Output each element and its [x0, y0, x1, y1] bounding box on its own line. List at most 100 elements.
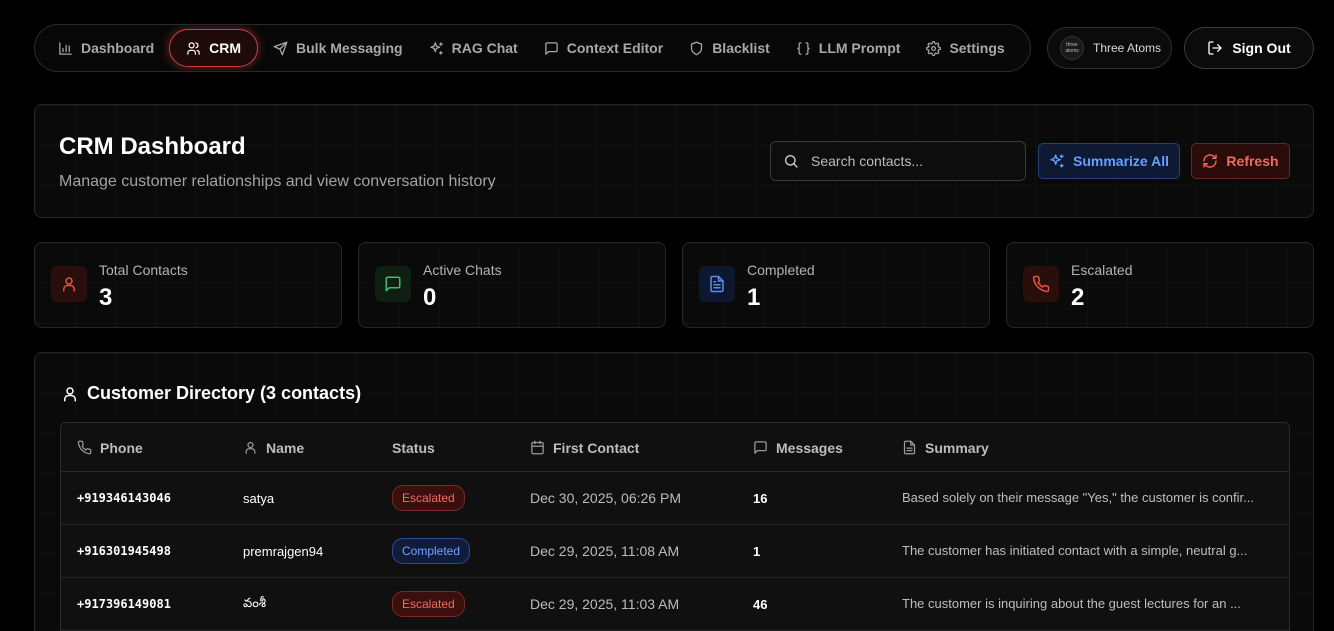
sign-out-label: Sign Out: [1232, 40, 1291, 56]
col-name[interactable]: Name: [243, 423, 304, 472]
stat-value: 1: [747, 284, 761, 311]
refresh-button[interactable]: Refresh: [1191, 143, 1290, 179]
sparkles-icon: [1050, 154, 1064, 168]
contacts-table: Phone Name Status First Contact Messages…: [60, 422, 1290, 631]
stat-card-active-chats: Active Chats 0: [358, 242, 666, 328]
search-icon: [785, 155, 798, 168]
user-icon: [245, 441, 256, 454]
col-messages[interactable]: Messages: [753, 423, 843, 472]
stat-icon-box: [375, 266, 411, 302]
stat-card-escalated: Escalated 2: [1006, 242, 1314, 328]
braces-icon: [797, 41, 810, 55]
nav-blacklist-label: Blacklist: [712, 40, 770, 56]
stat-value: 0: [423, 284, 437, 311]
cell-summary: The customer has initiated contact with …: [902, 543, 1248, 558]
table-header: Phone Name Status First Contact Messages…: [61, 423, 1289, 472]
user-icon: [64, 386, 76, 401]
table-row[interactable]: +919346143046 satya Escalated Dec 30, 20…: [61, 472, 1289, 525]
stat-label: Escalated: [1071, 262, 1133, 278]
nav-bulk-messaging-label: Bulk Messaging: [296, 40, 403, 56]
nav-llm-prompt-label: LLM Prompt: [818, 40, 901, 56]
col-summary[interactable]: Summary: [902, 423, 989, 472]
cell-status: Completed: [392, 525, 471, 577]
stat-card-total-contacts: Total Contacts 3: [34, 242, 342, 328]
col-summary-label: Summary: [925, 439, 989, 456]
stat-icon-box: [699, 266, 735, 302]
header-panel: CRM Dashboard Manage customer relationsh…: [34, 104, 1314, 218]
phone-icon: [1032, 275, 1050, 293]
status-badge: Escalated: [392, 485, 465, 511]
org-logo: three atoms: [1060, 36, 1084, 60]
users-icon: [187, 41, 200, 55]
nav-settings-label: Settings: [949, 40, 1005, 56]
nav-blacklist[interactable]: Blacklist: [678, 29, 781, 67]
sparkles-icon: [429, 41, 443, 55]
cell-summary: The customer is inquiring about the gues…: [902, 596, 1241, 611]
nav-rag-chat[interactable]: RAG Chat: [418, 29, 529, 67]
nav-bulk-messaging[interactable]: Bulk Messaging: [262, 29, 414, 67]
cell-first-contact: Dec 29, 2025, 11:08 AM: [530, 543, 680, 559]
search-input[interactable]: [811, 153, 1011, 169]
send-icon: [273, 41, 288, 55]
cell-phone: +919346143046: [77, 491, 171, 505]
nav-dashboard[interactable]: Dashboard: [47, 29, 165, 67]
cell-first-contact: Dec 29, 2025, 11:03 AM: [530, 596, 680, 612]
table-row[interactable]: +916301945498 premrajgen94 Completed Dec…: [61, 525, 1289, 578]
nav-llm-prompt[interactable]: LLM Prompt: [785, 29, 912, 67]
phone-icon: [77, 440, 92, 455]
cell-name: వంశీ: [243, 594, 266, 610]
cell-messages: 1: [753, 543, 761, 559]
stat-icon-box: [1023, 266, 1059, 302]
log-out-icon: [1208, 41, 1222, 55]
cell-phone: +916301945498: [77, 544, 171, 558]
col-first-contact[interactable]: First Contact: [530, 423, 639, 472]
page-title: CRM Dashboard: [59, 133, 246, 160]
cell-summary: Based solely on their message "Yes," the…: [902, 490, 1254, 505]
calendar-icon: [531, 440, 544, 455]
col-status[interactable]: Status: [392, 423, 435, 472]
cell-messages: 16: [753, 490, 768, 506]
stat-value: 3: [99, 284, 113, 311]
main-nav: Dashboard CRM Bulk Messaging RAG Chat Co…: [34, 24, 1031, 72]
stat-label: Active Chats: [423, 262, 502, 278]
nav-crm-label: CRM: [209, 40, 242, 56]
message-square-icon: [544, 41, 558, 55]
file-text-icon: [710, 275, 724, 293]
nav-context-editor[interactable]: Context Editor: [533, 29, 674, 67]
table-row[interactable]: +917396149081 వంశీ Escalated Dec 29, 202…: [61, 578, 1289, 631]
org-name: Three Atoms: [1093, 41, 1162, 55]
directory-title: Customer Directory (3 contacts): [61, 383, 361, 404]
cell-phone: +917396149081: [77, 597, 171, 611]
cell-status: Escalated: [392, 578, 465, 630]
shield-icon: [691, 41, 703, 55]
org-switcher[interactable]: three atoms Three Atoms: [1047, 27, 1172, 69]
summarize-all-label: Summarize All: [1073, 153, 1169, 169]
user-icon: [63, 277, 75, 292]
col-status-label: Status: [392, 439, 435, 456]
customer-directory-panel: Customer Directory (3 contacts) Phone Na…: [34, 352, 1314, 631]
cell-name: premrajgen94: [243, 543, 324, 559]
col-phone-label: Phone: [100, 439, 143, 456]
file-text-icon: [903, 440, 916, 455]
bar-chart-icon: [59, 41, 72, 55]
status-badge: Completed: [392, 538, 471, 564]
message-square-icon: [385, 276, 401, 292]
status-badge: Escalated: [392, 591, 465, 617]
summarize-all-button[interactable]: Summarize All: [1038, 143, 1180, 179]
cell-messages: 46: [753, 596, 768, 612]
col-phone[interactable]: Phone: [77, 423, 143, 472]
message-square-icon: [754, 441, 767, 454]
stat-value: 2: [1071, 284, 1085, 311]
sign-out-button[interactable]: Sign Out: [1184, 27, 1314, 69]
nav-settings[interactable]: Settings: [915, 29, 1015, 67]
refresh-label: Refresh: [1226, 153, 1279, 169]
nav-crm[interactable]: CRM: [169, 29, 259, 67]
directory-title-text: Customer Directory (3 contacts): [87, 383, 362, 403]
stat-icon-box: [51, 266, 87, 302]
nav-dashboard-label: Dashboard: [81, 40, 155, 56]
gear-icon: [926, 40, 942, 56]
cell-status: Escalated: [392, 472, 465, 524]
col-first-contact-label: First Contact: [553, 439, 640, 456]
cell-first-contact: Dec 30, 2025, 06:26 PM: [530, 490, 681, 506]
nav-rag-chat-label: RAG Chat: [451, 40, 518, 56]
